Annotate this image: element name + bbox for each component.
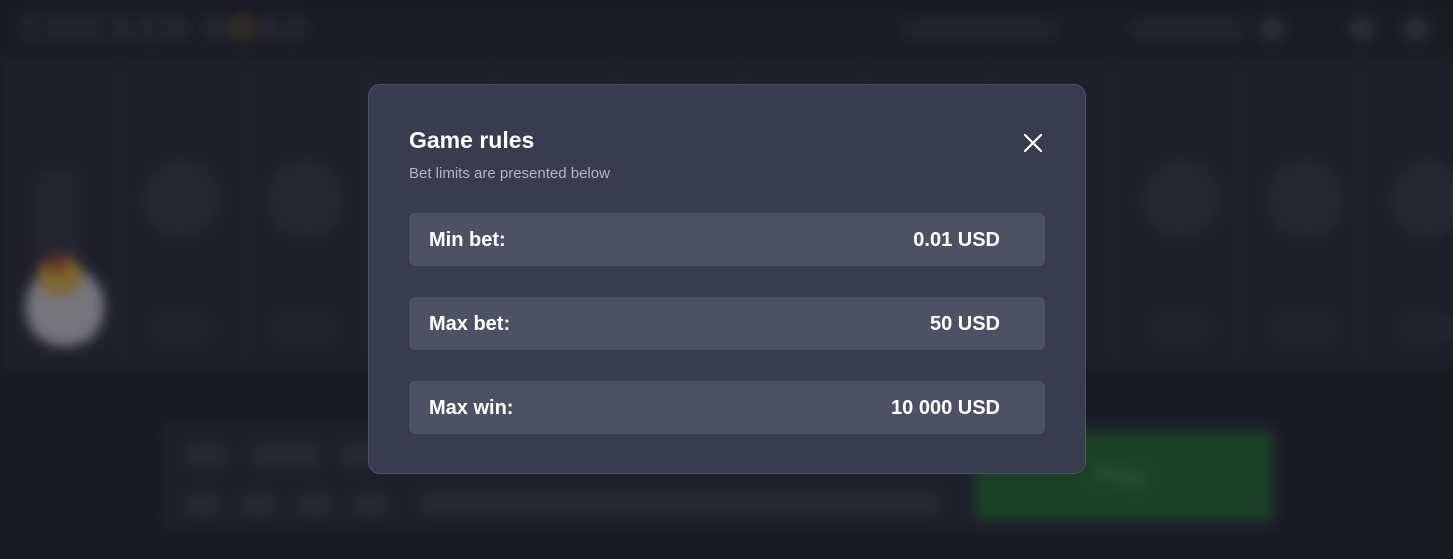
row-label: Max bet: <box>429 313 511 335</box>
min-bet-row: Min bet: 0.01 USD <box>409 213 1045 266</box>
row-label: Min bet: <box>429 229 506 251</box>
row-value: 0.01 USD <box>913 229 1000 251</box>
row-value: 50 USD <box>929 313 1000 335</box>
max-bet-row: Max bet: 50 USD <box>409 297 1045 350</box>
game-rules-modal: Game rules Bet limits are presented belo… <box>368 84 1086 474</box>
modal-subtitle: Bet limits are presented below <box>409 165 610 182</box>
close-button[interactable] <box>1019 129 1047 157</box>
modal-title: Game rules <box>409 127 535 153</box>
row-label: Max win: <box>429 397 514 419</box>
row-value: 10 000 USD <box>891 397 1000 419</box>
max-win-row: Max win: 10 000 USD <box>409 381 1045 434</box>
close-icon <box>1023 133 1043 153</box>
